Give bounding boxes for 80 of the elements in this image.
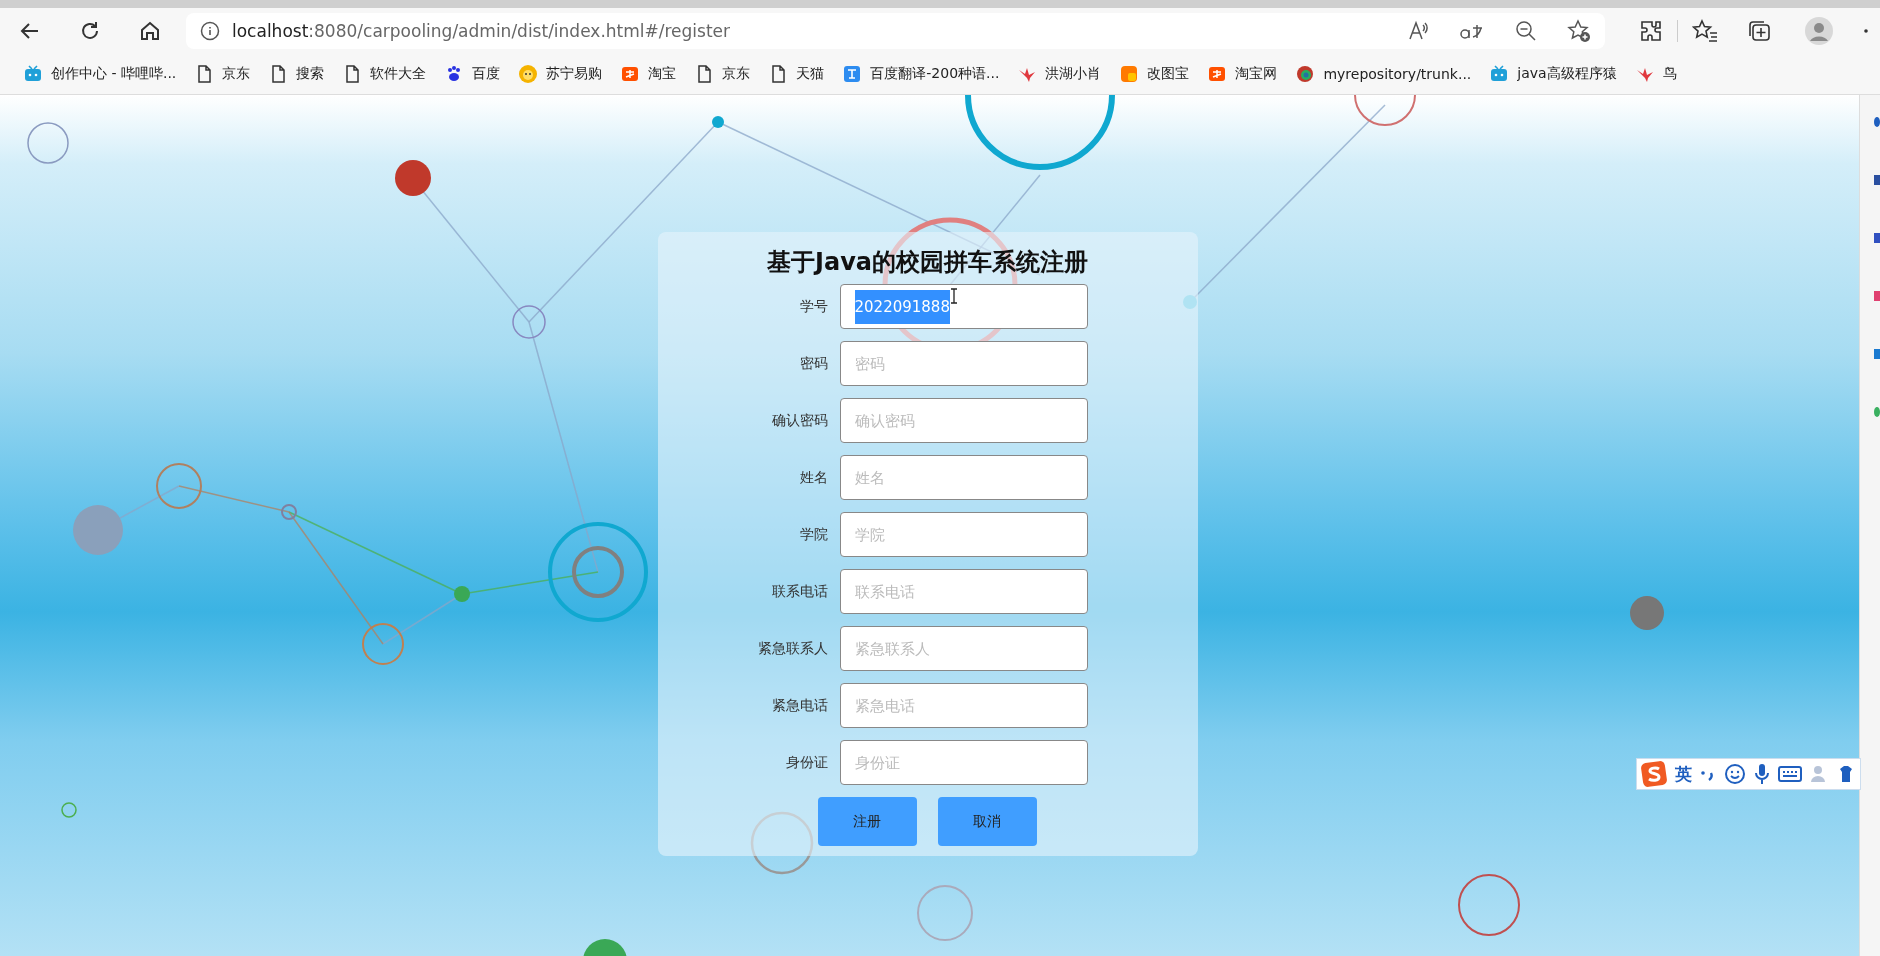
url-text: localhost:8080/carpooling/admin/dist/index.html#/register bbox=[232, 21, 731, 41]
bookmark[interactable]: 软件大全 bbox=[333, 60, 436, 88]
bookmark[interactable]: 搜索 bbox=[259, 60, 334, 88]
bookmark[interactable]: 京东 bbox=[685, 60, 760, 88]
dot-node bbox=[712, 116, 724, 128]
text-cursor-icon bbox=[950, 288, 958, 304]
favorites-icon[interactable] bbox=[1692, 19, 1718, 43]
input-mode-toggle[interactable]: 英 bbox=[1675, 762, 1692, 786]
input-field[interactable]: 确认密码 bbox=[839, 398, 1088, 443]
bookmark[interactable]: 淘宝网 bbox=[1198, 60, 1287, 88]
input-field[interactable]: 学院 bbox=[839, 512, 1088, 557]
field-label: 学号 bbox=[798, 297, 828, 316]
home-icon[interactable] bbox=[138, 19, 162, 43]
bookmark[interactable]: 百度翻译-200种语... bbox=[833, 60, 1009, 88]
profile-avatar-icon[interactable] bbox=[1804, 16, 1834, 46]
input-field[interactable]: 紧急电话 bbox=[839, 683, 1088, 728]
ring-icon bbox=[1295, 64, 1316, 84]
bookmark[interactable]: myrepository/trunk... bbox=[1286, 60, 1481, 88]
field-label: 身份证 bbox=[784, 753, 828, 772]
bookmark[interactable]: 苏宁易购 bbox=[509, 60, 612, 88]
ring-node bbox=[917, 885, 973, 941]
ring-node bbox=[61, 802, 77, 818]
field-label: 紧急联系人 bbox=[756, 639, 828, 658]
field-label: 密码 bbox=[798, 354, 828, 373]
keyboard-icon[interactable] bbox=[1778, 765, 1802, 783]
add-favorite-icon[interactable] bbox=[1567, 19, 1591, 43]
input-field[interactable]: 联系电话 bbox=[839, 569, 1088, 614]
collections-icon[interactable] bbox=[1746, 19, 1772, 43]
ring-node bbox=[1458, 874, 1520, 936]
dot-node bbox=[454, 586, 470, 602]
bookmark[interactable]: 鸟 bbox=[1625, 60, 1686, 88]
ring-node bbox=[512, 305, 546, 339]
tv-icon bbox=[23, 64, 43, 84]
input-field[interactable]: 密码 bbox=[839, 341, 1088, 386]
form-title: 基于Java的校园拼车系统注册 bbox=[767, 247, 1088, 278]
ring-node bbox=[1354, 95, 1416, 126]
translate-icon bbox=[842, 64, 863, 84]
ring-node bbox=[362, 623, 404, 665]
sidebar-icon[interactable] bbox=[1874, 117, 1880, 127]
info-icon[interactable] bbox=[200, 21, 220, 41]
bookmark[interactable]: 天猫 bbox=[759, 60, 834, 88]
sun-face-icon bbox=[518, 64, 539, 84]
tag-icon bbox=[620, 64, 641, 84]
field-label: 紧急电话 bbox=[770, 696, 828, 715]
cancel-button[interactable]: 取消 bbox=[937, 797, 1037, 846]
input-field[interactable]: 身份证 bbox=[839, 740, 1088, 785]
ring-node bbox=[750, 811, 814, 875]
sidebar-icon[interactable] bbox=[1874, 407, 1880, 417]
microphone-icon[interactable] bbox=[1754, 763, 1770, 785]
dot-node bbox=[1183, 295, 1197, 309]
zoom-out-icon[interactable] bbox=[1515, 20, 1537, 42]
address-bar[interactable]: localhost:8080/carpooling/admin/dist/index.html#/register bbox=[186, 13, 1605, 49]
bookmark[interactable]: 百度 bbox=[435, 60, 510, 88]
bookmark[interactable]: 创作中心 - 哔哩哔... bbox=[14, 60, 186, 88]
dot-node bbox=[395, 160, 431, 196]
bookmark[interactable]: java高级程序猿 bbox=[1480, 60, 1626, 88]
bookmark[interactable]: 淘宝 bbox=[611, 60, 686, 88]
field-label: 确认密码 bbox=[770, 411, 828, 430]
input-field[interactable]: 紧急联系人 bbox=[839, 626, 1088, 671]
shirt-icon[interactable] bbox=[1838, 764, 1854, 784]
field-label: 姓名 bbox=[798, 468, 828, 487]
tag-icon bbox=[1207, 64, 1228, 84]
ring-node bbox=[27, 122, 69, 164]
emoji-icon[interactable] bbox=[1724, 763, 1746, 785]
tv-icon bbox=[1489, 64, 1510, 84]
field-label: 联系电话 bbox=[770, 582, 828, 601]
ring-node bbox=[281, 504, 297, 520]
input-method-logo-icon[interactable] bbox=[1641, 761, 1667, 787]
ring-node bbox=[156, 463, 202, 509]
field-label: 学院 bbox=[798, 525, 828, 544]
bookmark[interactable]: 改图宝 bbox=[1110, 60, 1199, 88]
dot-node bbox=[1630, 596, 1664, 630]
extensions-icon[interactable] bbox=[1639, 19, 1663, 43]
input-field[interactable]: 姓名 bbox=[839, 455, 1088, 500]
bookmark[interactable]: 京东 bbox=[185, 60, 260, 88]
dot-node bbox=[73, 505, 123, 555]
square-icon bbox=[1119, 64, 1140, 84]
read-aloud-icon[interactable] bbox=[1407, 20, 1429, 42]
bookmark[interactable]: 洪湖小肖 bbox=[1008, 60, 1111, 88]
register-button[interactable]: 注册 bbox=[817, 797, 917, 846]
